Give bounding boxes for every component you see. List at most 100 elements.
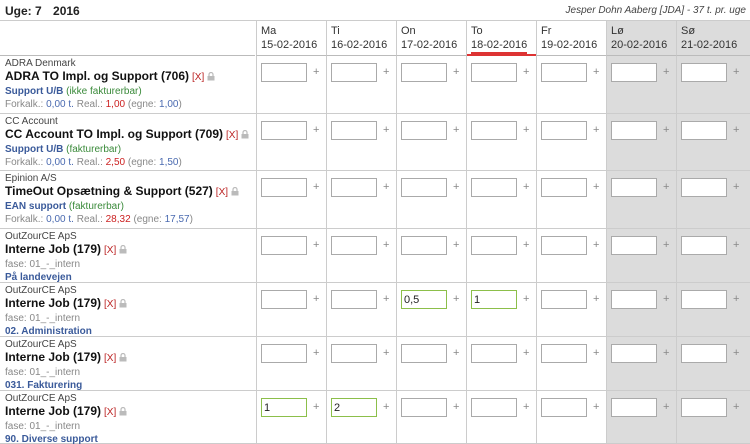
add-comment-icon[interactable]: + — [313, 401, 319, 413]
hours-input-ti[interactable] — [331, 178, 377, 197]
remove-row-button[interactable]: [X] — [192, 72, 204, 83]
remove-row-button[interactable]: [X] — [104, 407, 116, 418]
hours-input-to[interactable] — [471, 236, 517, 255]
hours-input-lo[interactable] — [611, 121, 657, 140]
hours-input-ma[interactable] — [261, 63, 307, 82]
hours-input-ma[interactable] — [261, 178, 307, 197]
add-comment-icon[interactable]: + — [733, 239, 739, 251]
hours-input-so[interactable] — [681, 236, 727, 255]
hours-input-ti[interactable] — [331, 344, 377, 363]
add-comment-icon[interactable]: + — [733, 181, 739, 193]
hours-input-to[interactable] — [471, 121, 517, 140]
hours-input-on[interactable] — [401, 63, 447, 82]
add-comment-icon[interactable]: + — [523, 66, 529, 78]
hours-input-ti[interactable] — [331, 290, 377, 309]
hours-input-on[interactable] — [401, 344, 447, 363]
hours-input-to[interactable] — [471, 178, 517, 197]
add-comment-icon[interactable]: + — [663, 293, 669, 305]
hours-input-lo[interactable] — [611, 63, 657, 82]
add-comment-icon[interactable]: + — [453, 124, 459, 136]
add-comment-icon[interactable]: + — [663, 66, 669, 78]
add-comment-icon[interactable]: + — [383, 293, 389, 305]
add-comment-icon[interactable]: + — [523, 401, 529, 413]
hours-input-to[interactable] — [471, 290, 517, 309]
hours-input-to[interactable] — [471, 63, 517, 82]
hours-input-ti[interactable] — [331, 398, 377, 417]
remove-row-button[interactable]: [X] — [216, 187, 228, 198]
add-comment-icon[interactable]: + — [383, 181, 389, 193]
remove-row-button[interactable]: [X] — [226, 130, 238, 141]
hours-input-on[interactable] — [401, 121, 447, 140]
hours-input-ma[interactable] — [261, 121, 307, 140]
add-comment-icon[interactable]: + — [593, 66, 599, 78]
add-comment-icon[interactable]: + — [453, 347, 459, 359]
add-comment-icon[interactable]: + — [453, 66, 459, 78]
add-comment-icon[interactable]: + — [453, 181, 459, 193]
hours-input-lo[interactable] — [611, 398, 657, 417]
add-comment-icon[interactable]: + — [383, 66, 389, 78]
hours-input-fr[interactable] — [541, 290, 587, 309]
hours-input-ma[interactable] — [261, 398, 307, 417]
add-comment-icon[interactable]: + — [733, 66, 739, 78]
add-comment-icon[interactable]: + — [383, 401, 389, 413]
hours-input-ti[interactable] — [331, 236, 377, 255]
hours-input-lo[interactable] — [611, 236, 657, 255]
hours-input-ti[interactable] — [331, 121, 377, 140]
add-comment-icon[interactable]: + — [383, 124, 389, 136]
add-comment-icon[interactable]: + — [313, 347, 319, 359]
add-comment-icon[interactable]: + — [593, 124, 599, 136]
hours-input-fr[interactable] — [541, 236, 587, 255]
add-comment-icon[interactable]: + — [313, 181, 319, 193]
hours-input-lo[interactable] — [611, 344, 657, 363]
hours-input-lo[interactable] — [611, 290, 657, 309]
add-comment-icon[interactable]: + — [733, 347, 739, 359]
hours-input-on[interactable] — [401, 178, 447, 197]
hours-input-ma[interactable] — [261, 236, 307, 255]
add-comment-icon[interactable]: + — [663, 347, 669, 359]
remove-row-button[interactable]: [X] — [104, 353, 116, 364]
hours-input-ti[interactable] — [331, 63, 377, 82]
hours-input-fr[interactable] — [541, 121, 587, 140]
add-comment-icon[interactable]: + — [663, 239, 669, 251]
add-comment-icon[interactable]: + — [383, 347, 389, 359]
add-comment-icon[interactable]: + — [453, 401, 459, 413]
remove-row-button[interactable]: [X] — [104, 299, 116, 310]
hours-input-fr[interactable] — [541, 63, 587, 82]
hours-input-so[interactable] — [681, 398, 727, 417]
add-comment-icon[interactable]: + — [593, 347, 599, 359]
hours-input-on[interactable] — [401, 290, 447, 309]
add-comment-icon[interactable]: + — [523, 293, 529, 305]
add-comment-icon[interactable]: + — [523, 124, 529, 136]
add-comment-icon[interactable]: + — [383, 239, 389, 251]
hours-input-on[interactable] — [401, 398, 447, 417]
add-comment-icon[interactable]: + — [313, 293, 319, 305]
add-comment-icon[interactable]: + — [733, 401, 739, 413]
hours-input-so[interactable] — [681, 121, 727, 140]
add-comment-icon[interactable]: + — [523, 239, 529, 251]
add-comment-icon[interactable]: + — [453, 239, 459, 251]
add-comment-icon[interactable]: + — [663, 181, 669, 193]
hours-input-so[interactable] — [681, 178, 727, 197]
hours-input-lo[interactable] — [611, 178, 657, 197]
hours-input-so[interactable] — [681, 63, 727, 82]
remove-row-button[interactable]: [X] — [104, 245, 116, 256]
add-comment-icon[interactable]: + — [313, 66, 319, 78]
hours-input-fr[interactable] — [541, 398, 587, 417]
hours-input-to[interactable] — [471, 398, 517, 417]
add-comment-icon[interactable]: + — [453, 293, 459, 305]
hours-input-ma[interactable] — [261, 344, 307, 363]
add-comment-icon[interactable]: + — [733, 293, 739, 305]
hours-input-ma[interactable] — [261, 290, 307, 309]
add-comment-icon[interactable]: + — [733, 124, 739, 136]
add-comment-icon[interactable]: + — [523, 181, 529, 193]
add-comment-icon[interactable]: + — [663, 124, 669, 136]
add-comment-icon[interactable]: + — [593, 401, 599, 413]
hours-input-fr[interactable] — [541, 178, 587, 197]
hours-input-to[interactable] — [471, 344, 517, 363]
hours-input-so[interactable] — [681, 344, 727, 363]
add-comment-icon[interactable]: + — [313, 124, 319, 136]
add-comment-icon[interactable]: + — [523, 347, 529, 359]
add-comment-icon[interactable]: + — [593, 181, 599, 193]
hours-input-on[interactable] — [401, 236, 447, 255]
add-comment-icon[interactable]: + — [593, 293, 599, 305]
